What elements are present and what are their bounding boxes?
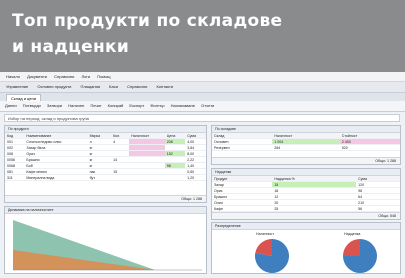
cell: 284: [272, 144, 340, 151]
margins-table: Продукт Надценка % Сума Захар 15 120 Ори…: [212, 176, 400, 212]
toolbar2-button[interactable]: Копирай: [108, 103, 124, 108]
cell: 520: [339, 144, 400, 151]
area-chart-panel: Динамика на наличностите: [4, 206, 207, 274]
toolbar2-button[interactable]: Печат: [91, 103, 102, 108]
toolbar2-button[interactable]: Назначаване: [171, 103, 195, 108]
cell: [111, 174, 130, 181]
cell: 25: [272, 205, 357, 212]
margins-panel: Надценки Продукт Надценка % Сума Захар 1…: [211, 168, 401, 220]
toolbar2-button[interactable]: Експорт: [129, 103, 144, 108]
toolbar-button[interactable]: Контакти: [154, 82, 175, 92]
toolbar2-button[interactable]: Отчети: [201, 103, 214, 108]
menu-bar: Начало Документи Справочни Логи Помощ: [0, 72, 405, 82]
menu-item[interactable]: Помощ: [97, 74, 110, 79]
toolbar2-button[interactable]: Данни: [5, 103, 17, 108]
warehouses-panel-title: По складове: [212, 126, 400, 133]
app-screenshot: Начало Документи Справочни Логи Помощ Уп…: [0, 72, 405, 278]
pie-slice: [343, 239, 360, 256]
products-panel: По продукти Код Наименование Мярка Кол. …: [4, 125, 207, 203]
menu-item[interactable]: Логи: [82, 74, 91, 79]
pie-panel-title: Разпределение: [212, 223, 400, 230]
cell: [164, 174, 186, 181]
toolbar-button[interactable]: Справочни: [125, 82, 149, 92]
cell: [129, 174, 165, 181]
filter-field[interactable]: Избор на период, склад и продуктова груп…: [4, 114, 400, 122]
toolbar2-button[interactable]: Филтър: [150, 103, 164, 108]
margins-footer: Общо: 548: [212, 212, 400, 219]
menu-item[interactable]: Справочни: [54, 74, 74, 79]
products-panel-title: По продукти: [5, 126, 206, 133]
toolbar2-button[interactable]: Затвори: [47, 103, 62, 108]
main-toolbar: Управление Основни продукти Плащания Кас…: [0, 82, 405, 93]
warehouses-table: Склад Наличност Стойност Основен 1 004 2…: [212, 133, 400, 151]
area-chart: [13, 220, 202, 271]
toolbar-button[interactable]: Управление: [4, 82, 30, 92]
pie-charts: [255, 239, 377, 273]
menu-item[interactable]: Документи: [27, 74, 47, 79]
products-footer: Общо: 1 288: [5, 195, 206, 202]
area-chart-title: Динамика на наличностите: [5, 207, 206, 214]
cell: Резервен: [212, 144, 273, 151]
cell: Кафе: [212, 205, 273, 212]
tab-strip: Склад и цени: [0, 93, 405, 102]
cell: бут: [87, 174, 112, 181]
warehouses-panel: По складове Склад Наличност Стойност Осн…: [211, 125, 401, 165]
warehouses-footer: Общо: 1 288: [212, 157, 400, 164]
table-row[interactable]: Резервен 284 520: [212, 144, 400, 151]
toolbar2-button[interactable]: Наличен: [68, 103, 84, 108]
toolbar-button[interactable]: Плащания: [78, 82, 102, 92]
cell: 311: [5, 174, 25, 181]
promo-banner: Топ продукти по складове и надценки: [0, 0, 405, 72]
toolbar-button[interactable]: Основни продукти: [35, 82, 73, 92]
cell: 56: [356, 205, 400, 212]
products-table: Код Наименование Мярка Кол. Наличност Це…: [5, 133, 206, 181]
pie-panel: Разпределение Наличност Надценка: [211, 222, 401, 274]
table-row[interactable]: Кафе 25 56: [212, 205, 400, 212]
cell: Минерална вода: [24, 174, 88, 181]
document-toolbar: Данни Потвърди Затвори Наличен Печат Коп…: [0, 101, 405, 112]
toolbar-button[interactable]: Каси: [107, 82, 120, 92]
toolbar2-button[interactable]: Потвърди: [23, 103, 41, 108]
cell: 1,20: [185, 174, 206, 181]
table-row[interactable]: 311 Минерална вода бут 1,20: [5, 174, 206, 181]
margins-panel-title: Надценки: [212, 169, 400, 176]
menu-item[interactable]: Начало: [6, 74, 20, 79]
banner-title: Топ продукти по складове и надценки: [12, 11, 283, 57]
